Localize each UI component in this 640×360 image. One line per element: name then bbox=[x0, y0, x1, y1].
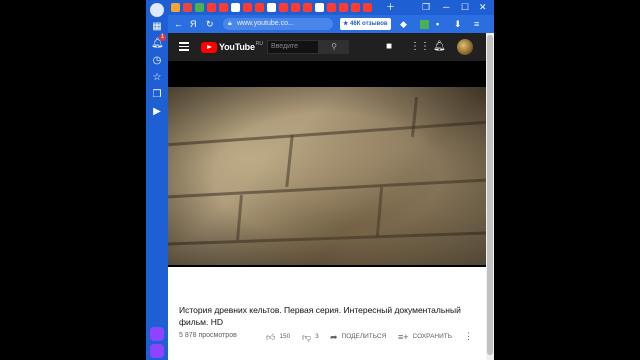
search-icon[interactable]: ⚲ bbox=[319, 40, 349, 54]
more-icon[interactable]: ⋮ bbox=[464, 331, 473, 342]
assistant-icon[interactable] bbox=[150, 327, 164, 341]
tab-favicon[interactable] bbox=[291, 3, 300, 12]
collections-icon[interactable]: ❐ bbox=[422, 1, 430, 13]
back-icon[interactable]: ← bbox=[174, 18, 183, 30]
video-player[interactable] bbox=[168, 61, 486, 267]
collections-icon[interactable]: ❒ bbox=[151, 89, 163, 101]
tab-favicon[interactable] bbox=[231, 3, 240, 12]
save-icon: ≡+ bbox=[398, 332, 409, 342]
assistant-voice-icon[interactable] bbox=[150, 344, 164, 358]
dislike-count: 3 bbox=[315, 333, 319, 340]
browser-sidebar: ▦ 🔔︎ 1 ◷ ☆ ❒ ▶ bbox=[146, 0, 168, 360]
screen: ▦ 🔔︎ 1 ◷ ☆ ❒ ▶ ＋ ❐ ─ ☐ ✕ ← Я ↻ 🔒︎ www.yo… bbox=[0, 0, 640, 360]
notification-icon[interactable]: 🔔︎ bbox=[433, 41, 446, 53]
tab-favicon[interactable] bbox=[183, 3, 192, 12]
history-icon[interactable]: ◷ bbox=[151, 55, 163, 67]
menu-icon[interactable] bbox=[179, 42, 189, 51]
new-tab-icon[interactable]: ＋ bbox=[386, 1, 395, 13]
like-button[interactable]: 👍︎ 150 bbox=[266, 332, 290, 342]
maximize-icon[interactable]: ☐ bbox=[461, 1, 469, 13]
tab-bar: ＋ ❐ ─ ☐ ✕ bbox=[168, 0, 494, 15]
search-input[interactable]: Введите bbox=[267, 40, 319, 54]
save-label: СОХРАНИТЬ bbox=[412, 333, 453, 340]
tab-favicon[interactable] bbox=[363, 3, 372, 12]
camera-icon[interactable]: ■ bbox=[386, 41, 392, 53]
tab-favicon[interactable] bbox=[315, 3, 324, 12]
youtube-play-icon bbox=[201, 41, 217, 53]
video-frame bbox=[168, 87, 486, 265]
tab-favicon[interactable] bbox=[243, 3, 252, 12]
dislike-icon: 👎︎ bbox=[302, 332, 312, 342]
share-button[interactable]: ➦ ПОДЕЛИТЬСЯ bbox=[330, 332, 386, 342]
share-label: ПОДЕЛИТЬСЯ bbox=[341, 333, 387, 340]
tab-favicon[interactable] bbox=[327, 3, 336, 12]
address-bar-row: ← Я ↻ 🔒︎ www.youtube.co... ★ 46К отзывов… bbox=[168, 15, 494, 33]
youtube-logo[interactable]: YouTube RU bbox=[201, 41, 263, 53]
avatar[interactable] bbox=[457, 39, 473, 55]
dislike-button[interactable]: 👎︎ 3 bbox=[302, 332, 319, 342]
tab-favicon[interactable] bbox=[351, 3, 360, 12]
video-title: История древних кельтов. Первая серия. И… bbox=[179, 305, 461, 327]
notification-badge: 1 bbox=[159, 34, 166, 41]
view-count: 5 878 просмотров bbox=[179, 332, 237, 339]
scrollbar-thumb[interactable] bbox=[487, 35, 493, 355]
video-info: История древних кельтов. Первая серия. И… bbox=[168, 267, 486, 360]
region-label: RU bbox=[255, 41, 263, 47]
url-text: www.youtube.co... bbox=[237, 20, 294, 27]
save-button[interactable]: ≡+ СОХРАНИТЬ bbox=[398, 332, 452, 342]
like-count: 150 bbox=[279, 333, 291, 340]
tab-favicon[interactable] bbox=[267, 3, 276, 12]
share-icon: ➦ bbox=[330, 332, 338, 342]
star-icon[interactable]: ☆ bbox=[151, 72, 163, 84]
minimize-icon[interactable]: ─ bbox=[443, 1, 449, 13]
logo-text: YouTube bbox=[219, 42, 255, 52]
tab-favicon[interactable] bbox=[219, 3, 228, 12]
extension-icon[interactable] bbox=[420, 20, 429, 29]
downloads-icon[interactable]: ⬇ bbox=[454, 18, 462, 30]
extension-icon[interactable]: ▪ bbox=[436, 18, 439, 30]
bookmark-icon[interactable]: ◆ bbox=[400, 18, 407, 30]
play-circle-icon[interactable]: ▶ bbox=[151, 106, 163, 118]
youtube-header: YouTube RU Введите ⚲ ■ ⋮⋮ 🔔︎ bbox=[168, 33, 486, 61]
user-icon[interactable] bbox=[150, 3, 164, 17]
browser-window: ▦ 🔔︎ 1 ◷ ☆ ❒ ▶ ＋ ❐ ─ ☐ ✕ ← Я ↻ 🔒︎ www.yo… bbox=[146, 0, 494, 360]
reviews-badge[interactable]: ★ 46К отзывов bbox=[340, 18, 391, 30]
apps-icon[interactable]: ⋮⋮ bbox=[410, 41, 430, 53]
like-icon: 👍︎ bbox=[266, 332, 276, 342]
yandex-icon[interactable]: Я bbox=[190, 18, 197, 30]
lock-icon: 🔒︎ bbox=[228, 20, 232, 27]
scrollbar[interactable] bbox=[486, 33, 494, 360]
tab-favicon[interactable] bbox=[195, 3, 204, 12]
address-bar[interactable]: 🔒︎ www.youtube.co... bbox=[223, 18, 333, 30]
menu-icon[interactable]: ≡ bbox=[474, 18, 479, 30]
grid-icon[interactable]: ▦ bbox=[151, 21, 163, 33]
tab-favicon[interactable] bbox=[207, 3, 216, 12]
tab-favicon[interactable] bbox=[339, 3, 348, 12]
tab-favicon[interactable] bbox=[171, 3, 180, 12]
tab-favicon[interactable] bbox=[279, 3, 288, 12]
reload-icon[interactable]: ↻ bbox=[206, 18, 214, 30]
tab-favicon[interactable] bbox=[303, 3, 312, 12]
tab-favicon[interactable] bbox=[255, 3, 264, 12]
close-icon[interactable]: ✕ bbox=[479, 1, 487, 13]
